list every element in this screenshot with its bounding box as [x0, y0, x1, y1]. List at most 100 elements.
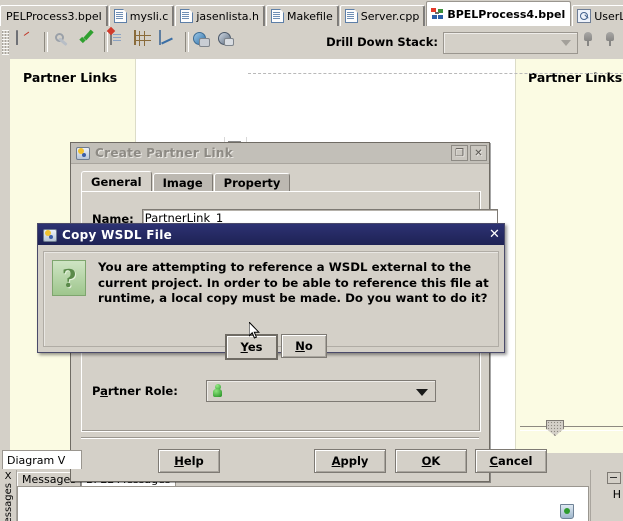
toolbar-separator: [44, 32, 48, 52]
maximize-button[interactable]: ❐: [451, 145, 468, 161]
chevron-down-icon: [561, 40, 571, 46]
editor-tab-label: BPELProcess4.bpel: [447, 7, 566, 21]
copy-wsdl-title: Copy WSDL File: [62, 227, 173, 242]
apply-button-label: Apply: [331, 454, 369, 468]
close-button[interactable]: ✕: [470, 145, 487, 161]
tab-label: Image: [162, 176, 203, 190]
editor-tab-mysli-c[interactable]: mysli.c: [108, 5, 175, 26]
diagram-view-tab-label: Diagram V: [7, 453, 66, 467]
yes-button[interactable]: Yes: [225, 334, 278, 360]
minimize-icon[interactable]: [607, 472, 621, 484]
tab-property[interactable]: Property: [213, 173, 291, 192]
header-file-icon: [180, 9, 194, 23]
toolbar-button-chart-view[interactable]: [159, 30, 181, 53]
editor-tab-label: Makefile: [287, 9, 333, 23]
editor-tab-bpelprocess3[interactable]: PELProcess3.bpel: [0, 5, 108, 26]
tab-general[interactable]: General: [81, 171, 152, 192]
toolbar-button-pin-left[interactable]: [581, 31, 603, 53]
toolbar-grip[interactable]: [2, 30, 9, 55]
messages-right-strip: H: [590, 470, 623, 521]
question-glyph: ?: [61, 263, 77, 293]
makefile-icon: [271, 9, 284, 23]
help-button-label: Help: [174, 454, 204, 468]
wizard-icon: [75, 146, 90, 160]
partner-links-left-title: Partner Links: [23, 70, 118, 85]
help-button[interactable]: Help: [158, 449, 220, 473]
editor-tab-server-cpp[interactable]: Server.cpp: [339, 5, 426, 26]
button-row-divider: [81, 437, 479, 439]
editor-tab-makefile[interactable]: Makefile: [266, 5, 339, 26]
copy-wsdl-titlebar[interactable]: Copy WSDL File ✕: [38, 224, 504, 245]
tab-label: General: [91, 175, 142, 189]
cancel-button[interactable]: Cancel: [475, 449, 547, 473]
user-library-icon: [577, 9, 592, 23]
editor-tab-label: UserL: [594, 9, 623, 23]
ide-window: PELProcess3.bpel mysli.c jasenlista.h Ma…: [0, 0, 623, 521]
ok-button[interactable]: OK: [395, 449, 467, 473]
ok-button-label: OK: [421, 454, 441, 468]
splitter-handle[interactable]: [546, 420, 564, 436]
toolbar-button-table-view[interactable]: [134, 30, 156, 53]
messages-tab-label: Messages: [22, 473, 76, 486]
partner-role-combo[interactable]: [205, 380, 436, 402]
close-button[interactable]: ✕: [487, 227, 502, 242]
drill-down-stack-combo[interactable]: [443, 32, 578, 54]
toolbar-button-pin-right[interactable]: [603, 31, 623, 53]
toolbar-button-validate[interactable]: [78, 31, 100, 53]
tab-label: Property: [223, 176, 281, 190]
gauge-icon: [16, 30, 18, 45]
clear-messages-icon[interactable]: [559, 502, 574, 519]
toolbar-separator: [104, 32, 108, 52]
copy-wsdl-file-dialog[interactable]: Copy WSDL File ✕ ? You are attempting to…: [37, 223, 505, 360]
c-file-icon: [113, 9, 127, 23]
table-icon: [134, 30, 136, 45]
create-partner-link-button-row: Help Apply OK Cancel: [71, 435, 547, 481]
editor-toolbar: Drill Down Stack:: [0, 26, 623, 60]
editor-tab-label: mysli.c: [129, 9, 169, 23]
copy-wsdl-body: ? You are attempting to reference a WSDL…: [38, 246, 504, 360]
toolbar-button-undeploy[interactable]: [216, 31, 238, 53]
cancel-button-label: Cancel: [489, 454, 533, 468]
editor-tab-label: PELProcess3.bpel: [6, 9, 102, 23]
editor-tab-bar: PELProcess3.bpel mysli.c jasenlista.h Ma…: [0, 0, 623, 27]
partner-links-pane-right[interactable]: Partner Links: [515, 59, 623, 453]
editor-tab-label: Server.cpp: [360, 9, 420, 23]
toolbar-button-deploy[interactable]: [192, 31, 214, 53]
question-mark-icon: ?: [52, 260, 86, 296]
yes-button-label: Yes: [240, 340, 263, 354]
edit-document-icon: [110, 30, 112, 45]
partner-role-label: Partner Role:: [92, 384, 178, 398]
create-partner-link-titlebar[interactable]: Create Partner Link ❐ ✕: [71, 143, 489, 164]
wizard-icon: [42, 228, 57, 242]
toolbar-button-edit-document[interactable]: [110, 30, 132, 53]
drill-down-stack-label: Drill Down Stack:: [326, 35, 438, 49]
create-partner-link-tabs: General Image Property: [81, 171, 291, 192]
partner-role-row: Partner Role:: [92, 380, 436, 402]
toolbar-button-properties[interactable]: [53, 31, 75, 53]
role-pawn-icon: [212, 384, 223, 398]
toolbar-separator: [185, 32, 189, 52]
apply-button[interactable]: Apply: [314, 449, 386, 473]
toolbar-button-overview-gauge[interactable]: [16, 30, 38, 53]
editor-tab-label: jasenlista.h: [196, 9, 259, 23]
editor-tab-userl[interactable]: UserL: [572, 5, 623, 26]
cpp-file-icon: [344, 9, 358, 23]
diagram-view-tab[interactable]: Diagram V: [2, 450, 82, 469]
messages-side-strip: X Messages: [0, 470, 17, 521]
editor-tab-bpelprocess4[interactable]: BPELProcess4.bpel: [426, 1, 572, 26]
editor-tab-jasenlista-h[interactable]: jasenlista.h: [175, 5, 265, 26]
create-partner-link-title: Create Partner Link: [95, 146, 233, 160]
copy-wsdl-message: You are attempting to reference a WSDL e…: [98, 260, 489, 305]
messages-right-letter: H: [612, 488, 621, 501]
close-icon[interactable]: X: [5, 471, 12, 482]
bpel-process-icon: [431, 8, 444, 20]
process-boundary-line: [248, 73, 623, 74]
chart-icon: [159, 30, 161, 45]
messages-output-area[interactable]: [17, 486, 589, 521]
no-button[interactable]: No: [281, 334, 327, 358]
messages-side-label: Messages: [2, 483, 14, 521]
chevron-down-icon: [415, 389, 428, 396]
no-button-label: No: [295, 339, 313, 353]
splitter-track: [520, 426, 623, 431]
tab-image[interactable]: Image: [152, 173, 213, 192]
